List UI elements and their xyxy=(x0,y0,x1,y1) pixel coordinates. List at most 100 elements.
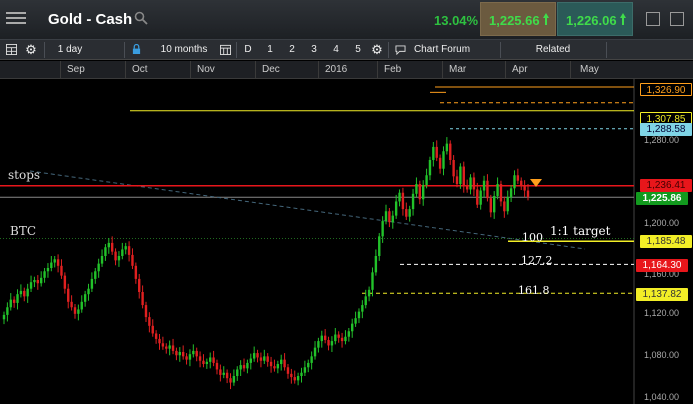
gear-icon[interactable]: ⚙ xyxy=(370,40,384,60)
range-select[interactable]: 10 months xyxy=(156,40,212,60)
candle-body xyxy=(185,356,188,360)
chat-icon[interactable] xyxy=(393,40,407,60)
close-window-icon[interactable] xyxy=(670,12,684,26)
candle-body xyxy=(178,351,181,356)
candle-body xyxy=(286,367,290,374)
candlestick-plot[interactable] xyxy=(0,79,693,404)
level-badge-red-127: 1,164.30 xyxy=(636,259,688,272)
candle-body xyxy=(107,242,110,248)
candle-body xyxy=(357,311,361,319)
candle-body xyxy=(405,209,408,217)
price-chart[interactable]: 1,280.00 1,200.00 1,160.00 1,120.00 1,08… xyxy=(0,79,693,404)
drawing-button-3[interactable]: 3 xyxy=(308,40,320,60)
detach-window-icon[interactable] xyxy=(646,12,660,26)
buy-button[interactable]: 1,226.06 xyxy=(557,2,633,36)
candle-body xyxy=(188,354,192,360)
price-axis-label: 1,040.00 xyxy=(644,392,680,402)
candle-body xyxy=(43,271,46,278)
drawing-button-1[interactable]: 1 xyxy=(264,40,276,60)
candle-body xyxy=(492,195,496,213)
level-badge-orange: 1,326.90 xyxy=(640,83,692,96)
candle-body xyxy=(496,183,499,196)
drawing-button-4[interactable]: 4 xyxy=(330,40,342,60)
fib-100-label: 100 xyxy=(522,231,543,244)
drawing-button-d[interactable]: D xyxy=(242,40,254,60)
candle-body xyxy=(94,271,97,279)
month-label: Apr xyxy=(512,64,528,75)
candle-body xyxy=(171,345,175,351)
candle-body xyxy=(16,294,19,303)
candle-body xyxy=(124,246,127,250)
candle-body xyxy=(509,188,513,198)
related-button[interactable]: Related xyxy=(526,40,580,60)
candle-body xyxy=(269,361,273,367)
candle-body xyxy=(23,290,26,297)
calendar-icon[interactable] xyxy=(218,40,232,60)
price-axis-label: 1,120.00 xyxy=(644,308,680,318)
lock-icon[interactable] xyxy=(130,40,142,60)
chart-forum-button[interactable]: Chart Forum xyxy=(410,40,474,60)
candle-body xyxy=(513,175,516,189)
level-badge-blue: 1,288.58 xyxy=(640,123,692,136)
fib-161-label: 161.8 xyxy=(518,284,550,297)
candle-body xyxy=(134,265,138,279)
time-axis: Sep Oct Nov Dec 2016 Feb Mar Apr May xyxy=(0,61,693,79)
candle-body xyxy=(175,350,178,356)
month-label: Feb xyxy=(384,64,402,75)
candle-body xyxy=(246,362,249,369)
candle-body xyxy=(323,335,327,340)
month-label: Sep xyxy=(67,64,85,75)
candle-body xyxy=(266,356,269,362)
candle-body xyxy=(408,209,411,217)
btc-label: BTC xyxy=(10,224,37,238)
candle-body xyxy=(249,358,252,363)
month-label: 2016 xyxy=(325,64,348,75)
candle-body xyxy=(9,299,12,308)
price-axis-label: 1,080.00 xyxy=(644,350,680,360)
month-label: Dec xyxy=(262,64,280,75)
level-badge-yellow-100: 1,185.48 xyxy=(640,235,692,248)
candle-body xyxy=(374,255,378,273)
candle-body xyxy=(110,242,114,252)
candle-body xyxy=(263,356,266,361)
candle-body xyxy=(452,159,455,177)
candle-body xyxy=(394,201,398,216)
candle-body xyxy=(361,305,364,312)
candle-body xyxy=(212,357,215,363)
search-icon[interactable] xyxy=(134,11,148,25)
candle-body xyxy=(158,338,161,344)
chart-toolbar: ⚙ 1 day 10 months D 1 2 3 4 5 ⚙ Chart Fo… xyxy=(0,40,693,60)
candle-body xyxy=(195,350,198,357)
drawing-button-5[interactable]: 5 xyxy=(352,40,364,60)
sell-button[interactable]: 1,225.66 xyxy=(480,2,556,36)
candle-body xyxy=(141,291,144,306)
instrument-title: Gold - Cash xyxy=(48,11,133,28)
current-price-badge: 1,225.86 xyxy=(636,192,688,205)
candle-body xyxy=(520,180,523,186)
arrow-up-icon xyxy=(620,13,626,25)
candle-body xyxy=(371,272,374,290)
trend-line xyxy=(29,170,586,250)
candle-body xyxy=(516,175,520,181)
candle-body xyxy=(303,367,307,373)
candle-body xyxy=(205,361,209,364)
candle-body xyxy=(83,294,87,302)
gear-icon[interactable]: ⚙ xyxy=(24,40,38,60)
grid-icon[interactable] xyxy=(4,40,18,60)
candle-body xyxy=(77,309,80,314)
candle-body xyxy=(259,357,263,361)
target-label: 1:1 target xyxy=(550,224,611,238)
candle-body xyxy=(435,146,438,158)
candle-body xyxy=(46,267,50,272)
candle-body xyxy=(256,353,259,358)
candle-body xyxy=(239,365,242,370)
sell-price: 1,225.66 xyxy=(489,13,540,28)
candle-body xyxy=(388,211,391,223)
drawing-button-2[interactable]: 2 xyxy=(286,40,298,60)
interval-select[interactable]: 1 day xyxy=(52,40,88,60)
candle-body xyxy=(252,353,256,359)
menu-icon[interactable] xyxy=(6,9,26,29)
candle-body xyxy=(459,166,462,184)
candle-body xyxy=(273,366,276,369)
change-percent: 13.04% xyxy=(434,13,479,28)
